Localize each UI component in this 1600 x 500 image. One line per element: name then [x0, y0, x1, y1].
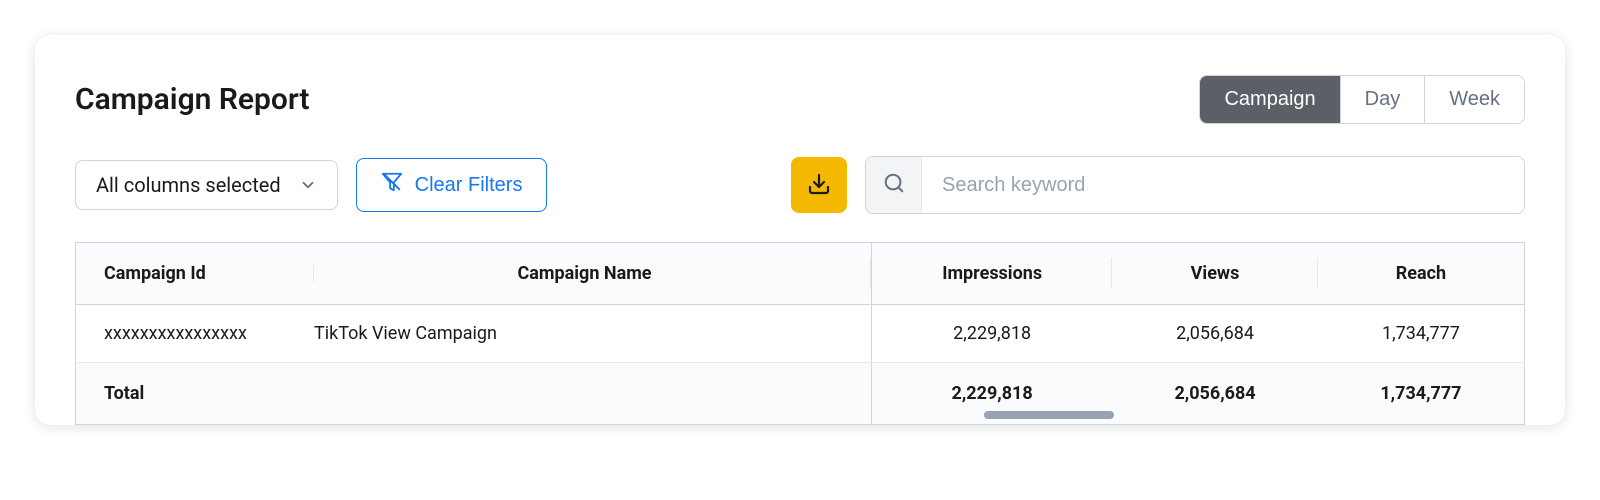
- total-reach: 1,734,777: [1318, 363, 1525, 425]
- th-campaign-id[interactable]: Campaign Id: [104, 263, 314, 284]
- filter-icon: [381, 171, 403, 199]
- search-icon-box[interactable]: [866, 157, 922, 213]
- tab-week[interactable]: Week: [1425, 76, 1524, 123]
- table-row[interactable]: xxxxxxxxxxxxxxxx TikTok View Campaign 2,…: [76, 305, 1525, 363]
- report-card: Campaign Report Campaign Day Week All co…: [35, 35, 1565, 425]
- search-wrap: [865, 156, 1525, 214]
- total-views: 2,056,684: [1112, 363, 1318, 425]
- tab-campaign[interactable]: Campaign: [1200, 76, 1340, 123]
- table-total-row: Total 2,229,818 2,056,684 1,734,777: [76, 363, 1525, 425]
- cell-idname: xxxxxxxxxxxxxxxx TikTok View Campaign: [76, 305, 872, 363]
- th-views[interactable]: Views: [1112, 243, 1318, 305]
- th-reach[interactable]: Reach: [1318, 243, 1525, 305]
- cell-views: 2,056,684: [1112, 305, 1318, 363]
- horizontal-scrollbar[interactable]: [984, 411, 1114, 419]
- tab-day[interactable]: Day: [1341, 76, 1426, 123]
- cell-reach: 1,734,777: [1318, 305, 1525, 363]
- columns-dropdown[interactable]: All columns selected: [75, 160, 338, 210]
- search-icon: [883, 172, 905, 198]
- clear-filters-button[interactable]: Clear Filters: [356, 158, 548, 212]
- clear-filters-label: Clear Filters: [415, 174, 523, 197]
- columns-dropdown-label: All columns selected: [96, 173, 281, 197]
- download-icon: [807, 172, 831, 199]
- page-title: Campaign Report: [75, 82, 310, 117]
- search-input[interactable]: [922, 157, 1524, 213]
- cell-impressions: 2,229,818: [872, 305, 1113, 363]
- th-campaign-name[interactable]: Campaign Name: [314, 263, 855, 284]
- cell-campaign-name: TikTok View Campaign: [314, 323, 855, 344]
- cell-campaign-id: xxxxxxxxxxxxxxxx: [104, 323, 314, 344]
- table-header-row: Campaign Id Campaign Name Impressions Vi…: [76, 243, 1525, 305]
- download-button[interactable]: [791, 157, 847, 213]
- header-row: Campaign Report Campaign Day Week: [35, 75, 1565, 124]
- table-header-idname: Campaign Id Campaign Name: [76, 243, 872, 305]
- controls-row: All columns selected Clear Filters: [35, 156, 1565, 214]
- view-tabs: Campaign Day Week: [1199, 75, 1525, 124]
- chevron-down-icon: [299, 176, 317, 194]
- th-impressions[interactable]: Impressions: [872, 243, 1113, 305]
- total-label: Total: [76, 363, 872, 425]
- campaign-table: Campaign Id Campaign Name Impressions Vi…: [75, 242, 1525, 425]
